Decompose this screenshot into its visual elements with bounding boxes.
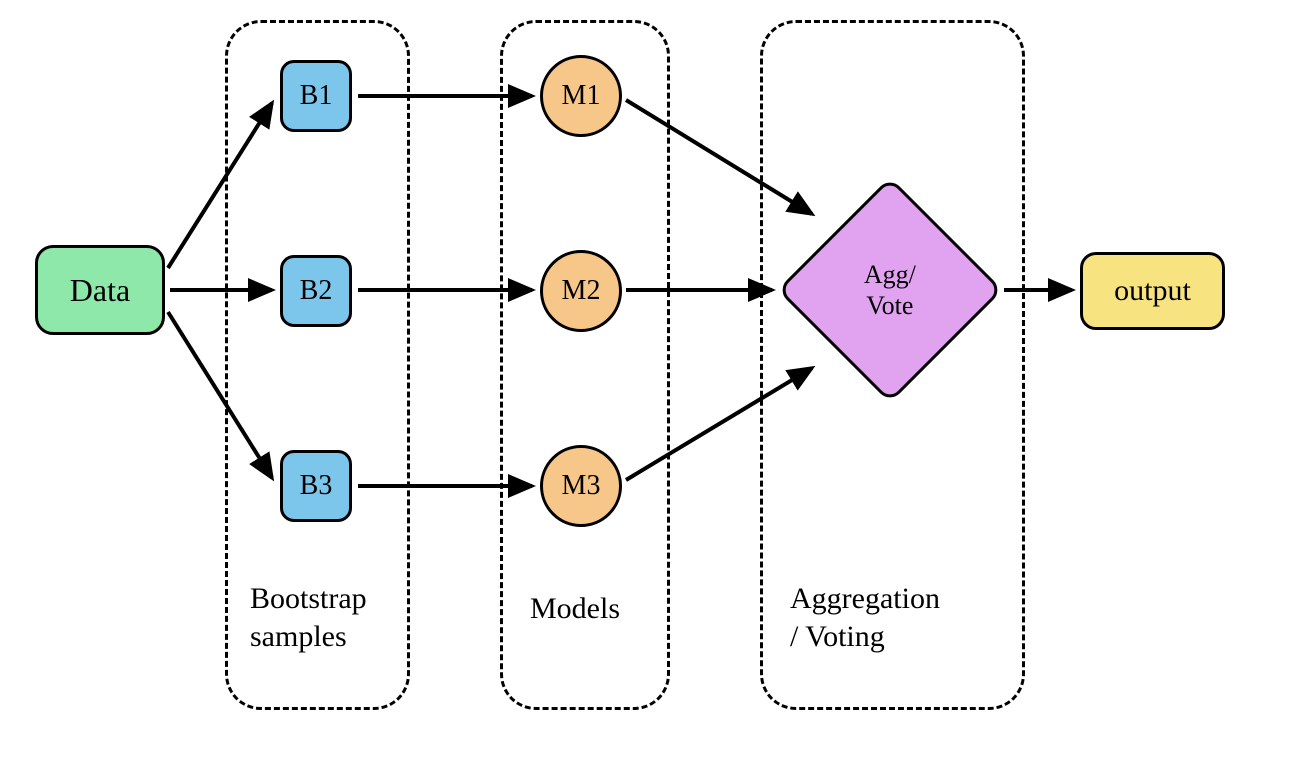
m1-node: M1 xyxy=(540,55,622,137)
b3-label: B3 xyxy=(300,470,333,502)
agg-vote-label: Agg/ Vote xyxy=(864,259,916,321)
data-label: Data xyxy=(70,272,130,309)
b1-label: B1 xyxy=(300,80,333,112)
bootstrap-label-line1: Bootstrap xyxy=(250,582,367,615)
bagging-diagram: Data B1 B2 B3 M1 M2 M3 Agg/ Vote output … xyxy=(0,0,1312,760)
agg-label-line1: Agg/ xyxy=(864,260,916,289)
b2-label: B2 xyxy=(300,275,333,307)
aggregation-voting-label: Aggregation / Voting xyxy=(790,580,940,655)
output-label: output xyxy=(1114,274,1191,308)
bootstrap-samples-label: Bootstrap samples xyxy=(250,580,367,655)
b2-node: B2 xyxy=(280,255,352,327)
m2-node: M2 xyxy=(540,250,622,332)
models-label-text: Models xyxy=(530,592,620,625)
m2-label: M2 xyxy=(562,275,601,307)
m3-node: M3 xyxy=(540,445,622,527)
m3-label: M3 xyxy=(562,470,601,502)
output-node: output xyxy=(1080,252,1225,330)
aggregation-label-line2: / Voting xyxy=(790,620,885,653)
aggregation-label-line1: Aggregation xyxy=(790,582,940,615)
models-label: Models xyxy=(530,590,620,628)
agg-label-line2: Vote xyxy=(866,291,913,320)
b1-node: B1 xyxy=(280,60,352,132)
m1-label: M1 xyxy=(562,80,601,112)
data-node: Data xyxy=(35,245,165,335)
b3-node: B3 xyxy=(280,450,352,522)
bootstrap-label-line2: samples xyxy=(250,620,347,653)
